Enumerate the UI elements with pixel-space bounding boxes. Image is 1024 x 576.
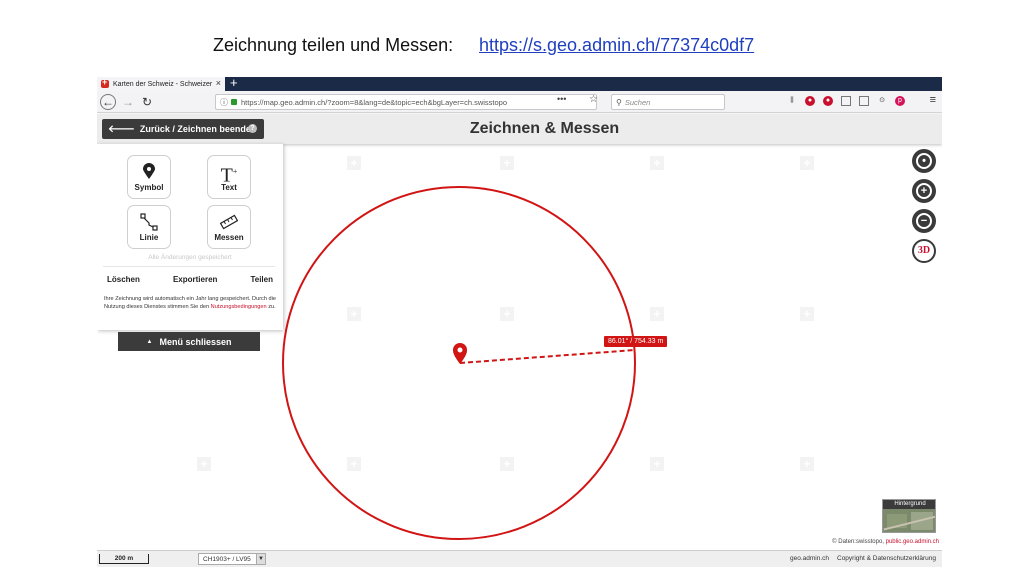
tool-symbol-label: Symbol (134, 183, 164, 192)
search-icon: ⚲ (616, 97, 622, 107)
map-pin-icon (128, 163, 170, 181)
chevron-down-icon: ▼ (256, 554, 265, 564)
footer-links: geo.admin.ch Copyright & Datenschutzerkl… (790, 555, 936, 562)
browser-tab[interactable]: Karten der Schweiz - Schweizer × (97, 77, 225, 91)
help-icon[interactable]: ? (248, 124, 257, 133)
tab-close-icon[interactable]: × (216, 78, 221, 88)
forward-arrow-icon[interactable]: → (120, 94, 136, 110)
attribution: © Daten:swisstopo, public.geo.admin.ch (832, 539, 939, 545)
app-header: Zeichnen & Messen 🡐 Zurück / Zeichnen be… (97, 114, 942, 144)
tool-measure-label: Messen (214, 233, 244, 242)
arrow-left-icon: 🡐 (108, 124, 135, 135)
browser-toolbar: ← → ↻ ⓘ https://map.geo.admin.ch/?zoom=8… (97, 91, 942, 113)
locate-icon: • (916, 153, 932, 169)
tool-symbol-button[interactable]: Symbol (127, 155, 171, 199)
tab-bar: Karten der Schweiz - Schweizer × + (97, 77, 942, 91)
terms-notice: Ihre Zeichnung wird automatisch ein Jahr… (104, 295, 276, 311)
panel-actions: Löschen Exportieren Teilen (97, 275, 283, 284)
crs-value: CH1903+ / LV95 (203, 556, 251, 563)
library-icon[interactable]: ⫼ (787, 96, 797, 106)
search-placeholder: Suchen (624, 97, 651, 107)
reader-icon[interactable] (841, 96, 851, 106)
share-button[interactable]: Teilen (250, 275, 273, 284)
browser-window: Karten der Schweiz - Schweizer × + ← → ↻… (97, 77, 942, 567)
map-footer: 200 m CH1903+ / LV95 ▼ geo.admin.ch Copy… (97, 550, 942, 567)
bookmark-star-icon[interactable]: ☆ (589, 94, 598, 105)
ruler-icon (208, 213, 250, 231)
map-pin-marker[interactable] (453, 343, 467, 364)
close-menu-label: Menü schliessen (159, 336, 232, 347)
locate-button[interactable]: • (912, 149, 936, 173)
export-button[interactable]: Exportieren (173, 275, 217, 284)
text-icon: T+ (220, 164, 238, 187)
saved-status: Alle Änderungen gespeichert (148, 254, 232, 261)
back-arrow-icon[interactable]: ← (100, 94, 116, 110)
adblock-icon[interactable]: ● (823, 96, 833, 106)
measure-label: 86.01° / 754.33 m (604, 336, 668, 347)
tool-text-button[interactable]: T+ Text (207, 155, 251, 199)
slide: Zeichnung teilen und Messen: https://s.g… (0, 0, 1024, 576)
tool-line-label: Linie (139, 233, 159, 242)
measure-radius-line[interactable] (459, 349, 636, 364)
address-bar[interactable]: ⓘ https://map.geo.admin.ch/?zoom=8&lang=… (215, 94, 597, 110)
zoom-in-button[interactable]: + (912, 179, 936, 203)
url-text: https://map.geo.admin.ch/?zoom=8&lang=de… (241, 97, 508, 107)
share-link[interactable]: https://s.geo.admin.ch/77374c0df7 (479, 35, 754, 56)
shield-icon[interactable]: ● (805, 96, 815, 106)
divider (103, 266, 275, 267)
attribution-text: © Daten:swisstopo, (832, 539, 884, 545)
line-icon (128, 213, 170, 231)
reload-icon[interactable]: ↻ (139, 94, 155, 110)
new-tab-icon[interactable]: + (230, 77, 238, 90)
scale-bar: 200 m (99, 554, 149, 564)
swiss-flag-icon (101, 77, 109, 88)
tool-text-label: Text (221, 183, 237, 192)
sidebar-icon[interactable] (859, 96, 869, 106)
background-label: Hintergrund (883, 500, 935, 509)
lock-icon (231, 99, 237, 105)
back-finish-drawing-button[interactable]: 🡐 Zurück / Zeichnen beenden (102, 119, 265, 139)
map-viewport[interactable]: + + + + + + + + + + + + + 86.01° / 754.3… (97, 114, 942, 550)
delete-button[interactable]: Löschen (107, 275, 140, 284)
tab-title: Karten der Schweiz - Schweizer (113, 80, 213, 88)
extension-icons: ⫼ ● ● ⊙ p (787, 96, 905, 106)
pinterest-icon[interactable]: p (895, 96, 905, 106)
3d-view-button[interactable]: 3D (912, 239, 936, 263)
tool-line-button[interactable]: Linie (127, 205, 171, 249)
search-input[interactable]: ⚲ Suchen (611, 94, 725, 110)
zoom-in-icon: + (916, 183, 932, 199)
attribution-link[interactable]: public.geo.admin.ch (886, 539, 939, 545)
site-link[interactable]: geo.admin.ch (790, 555, 829, 562)
slide-caption: Zeichnung teilen und Messen: (213, 35, 454, 55)
measure-circle[interactable] (282, 186, 636, 540)
screenshot-icon[interactable]: ⊙ (877, 96, 887, 106)
background-switcher[interactable]: Hintergrund (882, 499, 936, 533)
triangle-up-icon: ▲ (146, 338, 153, 345)
terms-link[interactable]: Nutzungsbedingungen (211, 304, 267, 310)
coordinate-system-select[interactable]: CH1903+ / LV95 ▼ (198, 553, 266, 565)
info-icon[interactable]: ⓘ (220, 97, 228, 108)
drawing-panel: Symbol T+ Text Linie Messen Alle Änderun… (97, 144, 283, 330)
tool-measure-button[interactable]: Messen (207, 205, 251, 249)
close-menu-button[interactable]: ▲ Menü schliessen (118, 332, 260, 351)
zoom-out-icon: − (916, 213, 932, 229)
zoom-out-button[interactable]: − (912, 209, 936, 233)
page-actions-icon[interactable]: ••• (557, 94, 566, 104)
copyright-link[interactable]: Copyright & Datenschutzerklärung (837, 555, 936, 562)
menu-icon[interactable]: ≡ (930, 94, 936, 106)
back-button-label: Zurück / Zeichnen beenden (139, 124, 257, 134)
terms-notice-suffix: zu. (268, 304, 276, 310)
